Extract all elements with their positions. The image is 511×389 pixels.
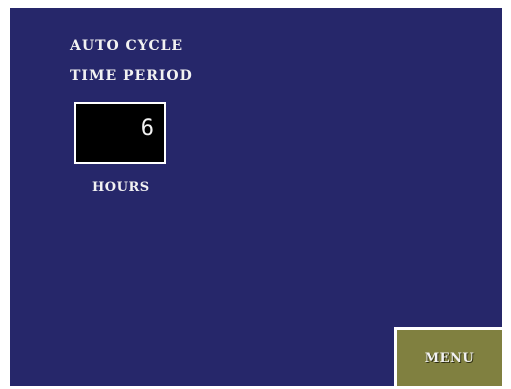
title-line-time-period: TIME PERIOD bbox=[70, 68, 193, 84]
hmi-screen: AUTO CYCLE TIME PERIOD 6 HOURS MENU bbox=[10, 8, 502, 386]
menu-button[interactable]: MENU bbox=[394, 327, 502, 386]
title-line-auto-cycle: AUTO CYCLE bbox=[70, 38, 184, 54]
time-period-value: 6 bbox=[140, 116, 154, 141]
time-period-value-field[interactable]: 6 bbox=[74, 102, 166, 164]
unit-label-hours: HOURS bbox=[92, 180, 150, 195]
menu-button-label: MENU bbox=[424, 350, 475, 366]
